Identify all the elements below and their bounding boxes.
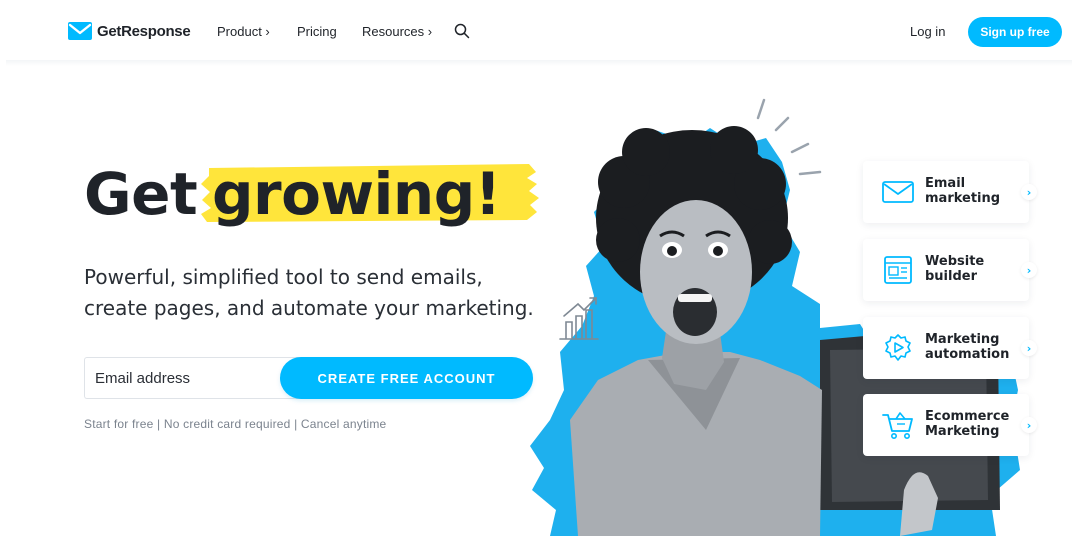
card-label-line-1: Website <box>925 254 985 269</box>
subheading-line-1: Powerful, simplified tool to send emails… <box>84 265 483 289</box>
top-navigation: GetResponse Product › Pricing Resources … <box>0 0 1078 64</box>
nav-divider <box>6 60 1072 66</box>
chevron-right-icon[interactable]: › <box>1021 417 1037 433</box>
card-label-line-1: Ecommerce <box>925 409 1010 424</box>
feature-card-marketing-automation[interactable]: Marketing automation <box>863 317 1029 379</box>
card-label-line-1: Marketing <box>925 332 1000 347</box>
card-label-line-2: marketing <box>925 191 1001 206</box>
create-free-account-button[interactable]: CREATE FREE ACCOUNT <box>280 357 533 399</box>
brand-logo[interactable]: GetResponse <box>68 22 191 40</box>
nav-item-product[interactable]: Product › <box>217 24 270 39</box>
card-label: Website builder <box>925 254 984 284</box>
card-label-line-2: automation <box>925 347 1010 362</box>
feature-card-email-marketing[interactable]: Email marketing <box>863 161 1029 223</box>
nav-item-resources[interactable]: Resources › <box>362 24 432 39</box>
envelope-icon <box>882 181 914 203</box>
feature-card-website-builder[interactable]: Website builder <box>863 239 1029 301</box>
signup-note: Start for free | No credit card required… <box>84 417 387 431</box>
feature-card-ecommerce-marketing[interactable]: Ecommerce Marketing <box>863 394 1029 456</box>
hero-subheading: Powerful, simplified tool to send emails… <box>84 262 554 324</box>
card-label-line-2: Marketing <box>925 424 1000 439</box>
chevron-right-icon[interactable]: › <box>1021 262 1037 278</box>
headline-growing: growing! <box>212 160 501 228</box>
card-label: Email marketing <box>925 176 1000 206</box>
subheading-line-2: create pages, and automate your marketin… <box>84 296 534 320</box>
logo-envelope-icon <box>68 22 92 40</box>
card-label: Ecommerce Marketing <box>925 409 1009 439</box>
card-label: Marketing automation <box>925 332 1009 362</box>
cart-icon <box>882 412 913 439</box>
headline-get: Get <box>84 160 198 228</box>
email-address-input[interactable] <box>84 357 309 399</box>
website-icon <box>884 256 912 284</box>
card-label-line-2: builder <box>925 269 978 284</box>
login-link[interactable]: Log in <box>910 24 945 39</box>
signup-button[interactable]: Sign up free <box>968 17 1062 47</box>
chevron-right-icon[interactable]: › <box>1021 340 1037 356</box>
automation-gear-icon <box>885 334 911 361</box>
hero-illustration <box>530 98 1020 536</box>
chevron-right-icon[interactable]: › <box>1021 184 1037 200</box>
brand-name: GetResponse <box>97 22 191 40</box>
card-label-line-1: Email <box>925 176 966 191</box>
search-icon[interactable] <box>453 22 471 40</box>
nav-item-pricing[interactable]: Pricing <box>297 24 337 39</box>
